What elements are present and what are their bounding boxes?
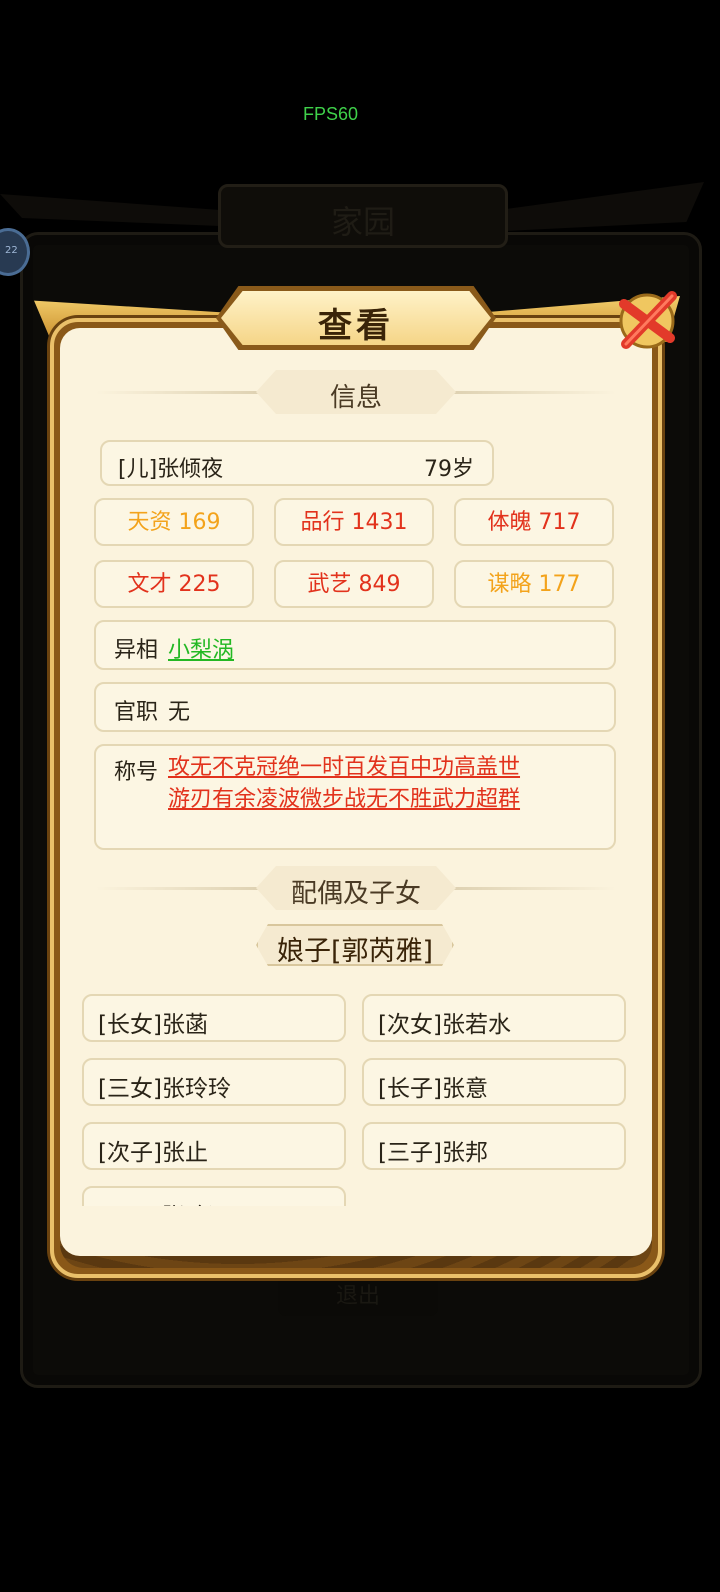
office-row: 官职 无 bbox=[94, 682, 616, 732]
office-label: 官职 bbox=[114, 700, 159, 725]
trait-row: 异相 小梨涡 bbox=[94, 620, 616, 670]
background-left-ornament bbox=[0, 194, 220, 226]
child-item[interactable]: [三女]张玲玲 bbox=[82, 1058, 346, 1106]
titles-list: 攻无不克冠绝一时百发百中功高盖世 游刃有余凌波微步战无不胜武力超群 bbox=[168, 752, 520, 816]
child-item[interactable]: [三子]张邦 bbox=[362, 1122, 626, 1170]
background-header: 家园 bbox=[218, 184, 508, 248]
dialog-scroll-area[interactable]: 信息 [儿]张倾夜 79岁 天资 169 品行 1431 体魄 717 文才 2… bbox=[60, 328, 652, 1206]
child-item[interactable]: [次女]张若水 bbox=[362, 994, 626, 1042]
child-name: [三子]张邦 bbox=[378, 1140, 488, 1166]
close-icon bbox=[619, 291, 677, 349]
child-item[interactable]: [长子]张意 bbox=[362, 1058, 626, 1106]
stat-literary: 文才 225 bbox=[94, 560, 254, 608]
background-avatar-badge: 22 bbox=[5, 245, 18, 256]
spouse-label: 娘子[郭芮雅] bbox=[276, 936, 434, 967]
stat-physique: 体魄 717 bbox=[454, 498, 614, 546]
spouse-button[interactable]: 娘子[郭芮雅] bbox=[256, 924, 454, 966]
child-name: [长女]张菡 bbox=[98, 1012, 208, 1038]
dialog-title-plate: 查看 bbox=[216, 286, 496, 350]
child-item[interactable]: [次子]张止 bbox=[82, 1122, 346, 1170]
stat-strategy: 谋略 177 bbox=[454, 560, 614, 608]
stat-martial: 武艺 849 bbox=[274, 560, 434, 608]
family-section-title: 配偶及子女 bbox=[290, 879, 421, 909]
stat-conduct: 品行 1431 bbox=[274, 498, 434, 546]
family-section-header: 配偶及子女 bbox=[96, 866, 616, 910]
background-title: 家园 bbox=[330, 203, 395, 241]
view-dialog: 查看 信息 [儿]张倾夜 79岁 天资 169 品行 1431 体魄 717 文… bbox=[34, 286, 680, 1278]
titles-line-2[interactable]: 游刃有余凌波微步战无不胜武力超群 bbox=[168, 784, 520, 816]
close-button[interactable] bbox=[610, 284, 684, 358]
trait-label: 异相 bbox=[114, 638, 159, 663]
titles-row: 称号 攻无不克冠绝一时百发百中功高盖世 游刃有余凌波微步战无不胜武力超群 bbox=[94, 744, 616, 850]
office-value: 无 bbox=[168, 700, 191, 725]
person-name-box: [儿]张倾夜 79岁 bbox=[100, 440, 494, 486]
child-item[interactable]: [四子]张致远 bbox=[82, 1186, 346, 1206]
child-name: [三女]张玲玲 bbox=[98, 1076, 231, 1102]
child-name: [次女]张若水 bbox=[378, 1012, 511, 1038]
trait-link[interactable]: 小梨涡 bbox=[168, 632, 234, 664]
fps-counter: FPS60 bbox=[303, 104, 359, 124]
child-name: [四子]张致远 bbox=[98, 1197, 231, 1206]
stat-aptitude: 天资 169 bbox=[94, 498, 254, 546]
info-section-title: 信息 bbox=[329, 383, 382, 413]
background-right-ornament bbox=[484, 182, 704, 232]
person-age: 79岁 bbox=[424, 457, 474, 482]
dialog-content: 信息 [儿]张倾夜 79岁 天资 169 品行 1431 体魄 717 文才 2… bbox=[60, 328, 652, 1256]
background-exit-label: 退出 bbox=[335, 1284, 380, 1309]
dialog-title: 查看 bbox=[318, 306, 394, 346]
child-name: [次子]张止 bbox=[98, 1140, 208, 1166]
info-section-header: 信息 bbox=[96, 370, 616, 414]
person-name: [儿]张倾夜 bbox=[118, 457, 224, 482]
child-name: [长子]张意 bbox=[378, 1076, 488, 1102]
child-item[interactable]: [长女]张菡 bbox=[82, 994, 346, 1042]
titles-label: 称号 bbox=[114, 760, 159, 785]
titles-line-1[interactable]: 攻无不克冠绝一时百发百中功高盖世 bbox=[168, 752, 520, 784]
